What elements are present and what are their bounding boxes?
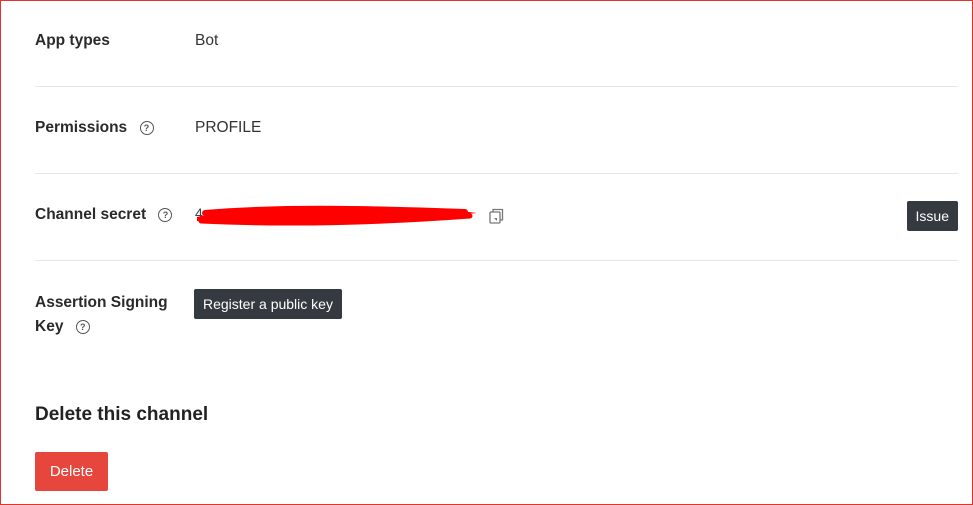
help-icon[interactable]: ? [158,208,173,222]
app-types-label: App types [35,32,110,49]
permissions-label: Permissions ? [35,116,154,140]
channel-secret-row: Channel secret ? 4 Issue [35,174,958,261]
redaction-scribble [197,205,477,226]
assertion-signing-key-label: Assertion Signing Key ? [35,294,168,335]
permissions-row: Permissions ? PROFILE [35,87,958,174]
app-types-value: Bot [195,32,219,49]
register-public-key-button[interactable]: Register a public key [194,289,342,319]
help-icon[interactable]: ? [139,121,154,135]
issue-button[interactable]: Issue [906,201,958,231]
assertion-signing-key-row: Assertion Signing Key ? Register a publi… [35,261,958,361]
app-types-row: App types Bot [35,0,958,87]
channel-secret-label: Channel secret ? [35,203,173,227]
delete-section-title: Delete this channel [35,404,209,425]
help-icon[interactable]: ? [75,320,90,334]
delete-button[interactable]: Delete [35,452,108,491]
copy-icon[interactable] [487,207,505,225]
permissions-value: PROFILE [195,119,262,136]
channel-secret-value: 4 [195,203,485,229]
channel-settings: App types Bot Permissions ? PROFILE Chan… [35,0,958,491]
